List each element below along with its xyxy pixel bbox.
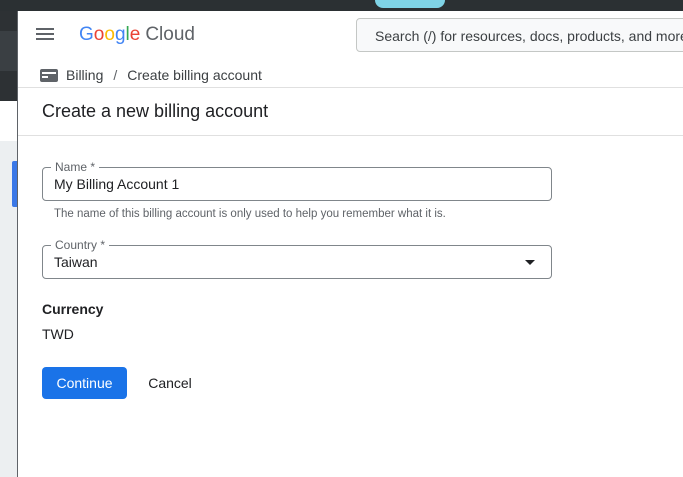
currency-value: TWD [42, 326, 74, 342]
hamburger-menu-icon[interactable] [36, 25, 56, 45]
divider [18, 87, 683, 88]
dropdown-arrow-icon[interactable] [525, 260, 535, 265]
name-field-label: Name * [51, 160, 100, 174]
search-input[interactable]: Search (/) for resources, docs, products… [356, 18, 683, 52]
country-select-value: Taiwan [54, 254, 98, 270]
google-cloud-logo[interactable]: Google Cloud [79, 23, 195, 47]
breadcrumb: Billing / Create billing account [40, 67, 262, 83]
cancel-button[interactable]: Cancel [136, 367, 204, 399]
currency-label: Currency [42, 301, 104, 317]
country-select-label: Country * [51, 238, 110, 252]
name-field-hint: The name of this billing account is only… [54, 208, 446, 220]
country-select[interactable]: Country * Taiwan [42, 238, 552, 279]
billing-card-icon [40, 68, 58, 82]
background-window [0, 11, 18, 477]
breadcrumb-billing-link[interactable]: Billing [66, 67, 103, 83]
top-header: Google Cloud Search (/) for resources, do… [18, 11, 683, 59]
browser-top-strip [0, 0, 683, 11]
breadcrumb-separator: / [113, 67, 118, 83]
search-placeholder: Search (/) for resources, docs, products… [375, 28, 683, 44]
breadcrumb-current: Create billing account [127, 67, 262, 83]
name-field-value[interactable]: My Billing Account 1 [54, 176, 179, 192]
continue-button[interactable]: Continue [42, 367, 127, 399]
browser-tab-pill [375, 0, 445, 8]
name-field[interactable]: Name * My Billing Account 1 [42, 160, 552, 201]
cloud-console-window: Google Cloud Search (/) for resources, do… [18, 11, 683, 477]
divider [18, 135, 683, 136]
page-title: Create a new billing account [42, 101, 269, 121]
